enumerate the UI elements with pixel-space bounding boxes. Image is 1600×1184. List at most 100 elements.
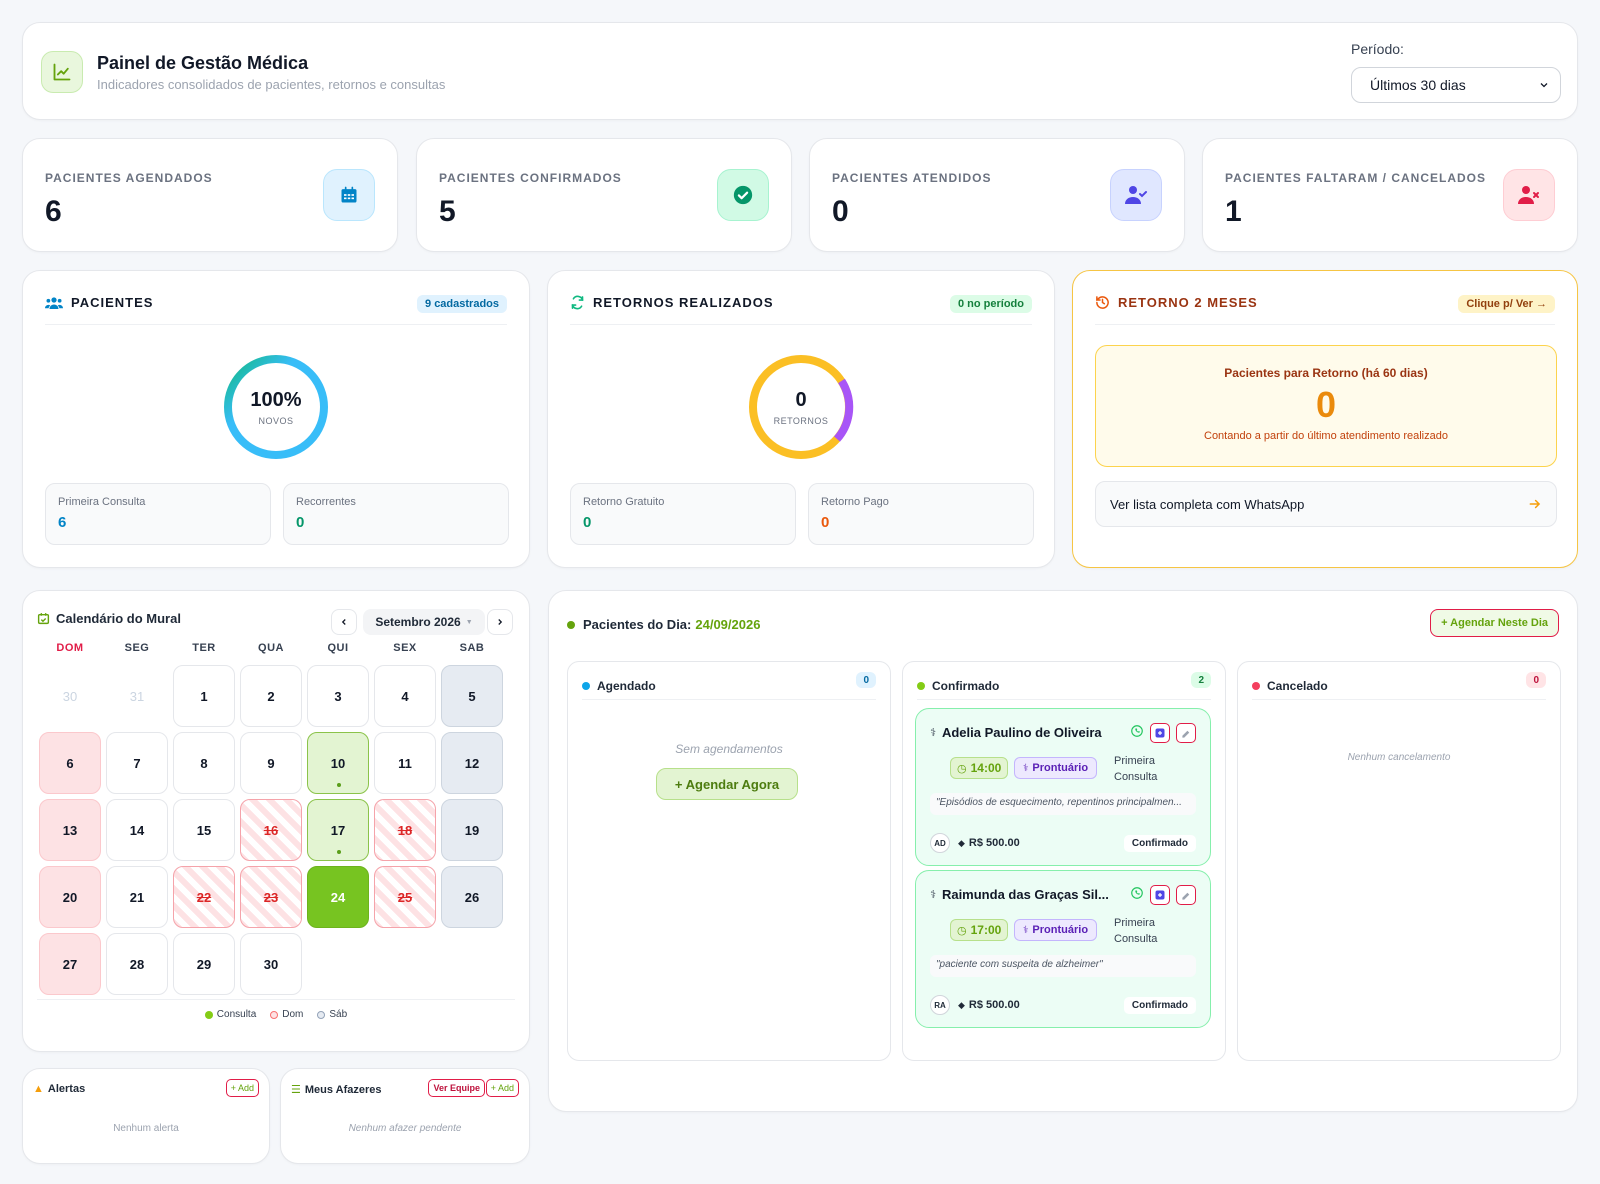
stat-value: 0 bbox=[832, 195, 849, 228]
calendar-day[interactable]: 30 bbox=[240, 933, 302, 995]
calendar-day[interactable]: 29 bbox=[173, 933, 235, 995]
calendar-day[interactable]: 7 bbox=[106, 732, 168, 794]
status-badge: Confirmado bbox=[1123, 996, 1196, 1014]
calendar-day[interactable]: 4 bbox=[374, 665, 436, 727]
calendar-day[interactable]: 17 bbox=[307, 799, 369, 861]
appointment-card[interactable]: ⚕ Adelia Paulino de Oliveira ◷ 14:00 ⚕ Pron… bbox=[915, 708, 1211, 866]
calendar-day[interactable]: 8 bbox=[173, 732, 235, 794]
weekday-qua: QUA bbox=[258, 642, 284, 654]
chevron-right-icon bbox=[498, 619, 503, 625]
column-confirmado: Confirmado 2 ⚕ Adelia Paulino de Oliveira … bbox=[902, 661, 1226, 1061]
medical-record-icon bbox=[1155, 728, 1165, 738]
calendar-day[interactable]: 16 bbox=[240, 799, 302, 861]
stat-label: PACIENTES ATENDIDOS bbox=[832, 171, 992, 185]
tag-icon: ◆ bbox=[958, 999, 965, 1010]
day-number: 5 bbox=[468, 688, 476, 704]
add-alerta-button[interactable]: + Add bbox=[225, 1079, 259, 1097]
column-agendado: Agendado 0 Sem agendamentos + Agendar Ago… bbox=[567, 661, 891, 1061]
calendar-day[interactable]: 12 bbox=[441, 732, 503, 794]
stat-label: PACIENTES AGENDADOS bbox=[45, 171, 213, 185]
period-value: Últimos 30 dias bbox=[1370, 77, 1466, 93]
next-month-button[interactable] bbox=[487, 609, 513, 635]
calendar-day[interactable]: 11 bbox=[374, 732, 436, 794]
month-selector[interactable]: Setembro 2026 ▼ bbox=[363, 609, 485, 635]
day-number: 27 bbox=[62, 956, 78, 972]
clique-ver-badge[interactable]: Clique p/ Ver → bbox=[1458, 295, 1555, 313]
day-number: 13 bbox=[62, 822, 78, 838]
stat-card-atendidos: PACIENTES ATENDIDOS 0 bbox=[809, 138, 1185, 252]
stat-label: PACIENTES CONFIRMADOS bbox=[439, 171, 622, 185]
record-button[interactable] bbox=[1150, 885, 1170, 905]
period-label: Período: bbox=[1351, 41, 1404, 57]
mini-value: 6 bbox=[58, 514, 67, 531]
consult-type: Primeira Consulta bbox=[1114, 917, 1158, 945]
calendar-day[interactable]: 23 bbox=[240, 866, 302, 928]
whatsapp-icon[interactable] bbox=[1130, 886, 1144, 905]
whatsapp-icon[interactable] bbox=[1130, 724, 1144, 743]
calendar-day[interactable]: 19 bbox=[441, 799, 503, 861]
calendar-day[interactable]: 10 bbox=[307, 732, 369, 794]
retorno-2-meses-card[interactable]: RETORNO 2 MESES Clique p/ Ver → Paciente… bbox=[1072, 270, 1578, 568]
calendar-day[interactable]: 9 bbox=[240, 732, 302, 794]
page-subtitle: Indicadores consolidados de pacientes, r… bbox=[97, 77, 446, 92]
edit-button[interactable] bbox=[1176, 885, 1196, 905]
calendar-day[interactable]: 26 bbox=[441, 866, 503, 928]
stat-value: 1 bbox=[1225, 195, 1242, 228]
stat-value: 6 bbox=[45, 195, 62, 228]
calendar-day[interactable]: 21 bbox=[106, 866, 168, 928]
agendar-neste-dia-button[interactable]: + Agendar Neste Dia bbox=[1430, 609, 1559, 637]
add-afazer-button[interactable]: + Add bbox=[485, 1079, 519, 1097]
day-number: 16 bbox=[263, 822, 279, 838]
calendar-day[interactable]: 15 bbox=[173, 799, 235, 861]
whatsapp-list-link[interactable]: Ver lista completa com WhatsApp bbox=[1095, 481, 1557, 527]
day-number: 2 bbox=[267, 688, 275, 704]
prev-month-button[interactable] bbox=[331, 609, 357, 635]
day-number: 28 bbox=[129, 956, 145, 972]
calendar-day[interactable]: 18 bbox=[374, 799, 436, 861]
calendar-day[interactable]: 5 bbox=[441, 665, 503, 727]
status-badge: Confirmado bbox=[1123, 834, 1196, 852]
calendar-day[interactable]: 6 bbox=[39, 732, 101, 794]
prontuario-button[interactable]: ⚕ Prontuário bbox=[1014, 919, 1098, 941]
day-number: 26 bbox=[464, 889, 480, 905]
clock-icon: ◷ bbox=[957, 924, 967, 937]
calendar-card: Calendário do Mural Setembro 2026 ▼ DOM SE… bbox=[22, 590, 530, 1052]
calendar-day[interactable]: 25 bbox=[374, 866, 436, 928]
ring-value: 0 bbox=[795, 388, 807, 411]
calendar-day[interactable]: 20 bbox=[39, 866, 101, 928]
weekday-sab: SAB bbox=[459, 642, 485, 654]
pacientes-title: PACIENTES bbox=[71, 295, 154, 310]
day-number: 29 bbox=[196, 956, 212, 972]
day-number: 3 bbox=[334, 688, 342, 704]
calendar-day[interactable]: 13 bbox=[39, 799, 101, 861]
calendar-day[interactable]: 24 bbox=[307, 866, 369, 928]
day-number: 11 bbox=[398, 755, 412, 771]
month-label: Setembro 2026 bbox=[375, 615, 461, 629]
mini-value: 0 bbox=[583, 514, 592, 531]
agendar-agora-button[interactable]: + Agendar Agora bbox=[656, 768, 798, 800]
calendar-day[interactable]: 2 bbox=[240, 665, 302, 727]
calendar-day[interactable]: 14 bbox=[106, 799, 168, 861]
appointment-card[interactable]: ⚕ Raimunda das Graças Sil... ◷ 17:00 ⚕ Pron… bbox=[915, 870, 1211, 1028]
patient-name: Adelia Paulino de Oliveira bbox=[941, 725, 1102, 740]
stethoscope-icon: ⚕ bbox=[1023, 924, 1029, 936]
avatar: RA bbox=[930, 995, 950, 1015]
prontuario-button[interactable]: ⚕ Prontuário bbox=[1014, 757, 1098, 779]
stat-card-confirmados: PACIENTES CONFIRMADOS 5 bbox=[416, 138, 792, 252]
retornos-card: RETORNOS REALIZADOS 0 no período 0 RETORN… bbox=[547, 270, 1055, 568]
calendar-day[interactable]: 3 bbox=[307, 665, 369, 727]
edit-button[interactable] bbox=[1176, 723, 1196, 743]
period-select[interactable]: Últimos 30 dias bbox=[1351, 67, 1561, 103]
pacientes-ring: 100% NOVOS bbox=[222, 353, 330, 461]
column-count: 0 bbox=[1526, 672, 1546, 688]
ver-equipe-button[interactable]: Ver Equipe bbox=[428, 1079, 485, 1097]
calendar-day[interactable]: 1 bbox=[173, 665, 235, 727]
retornos-ring: 0 RETORNOS bbox=[747, 353, 855, 461]
calendar-day[interactable]: 27 bbox=[39, 933, 101, 995]
record-button[interactable] bbox=[1150, 723, 1170, 743]
pencil-icon bbox=[1181, 892, 1189, 900]
retorno-summary-box: Pacientes para Retorno (há 60 dias) 0 Co… bbox=[1095, 345, 1557, 467]
calendar-day[interactable]: 22 bbox=[173, 866, 235, 928]
calendar-day[interactable]: 28 bbox=[106, 933, 168, 995]
retorno-pago-box: Retorno Pago 0 bbox=[808, 483, 1034, 545]
